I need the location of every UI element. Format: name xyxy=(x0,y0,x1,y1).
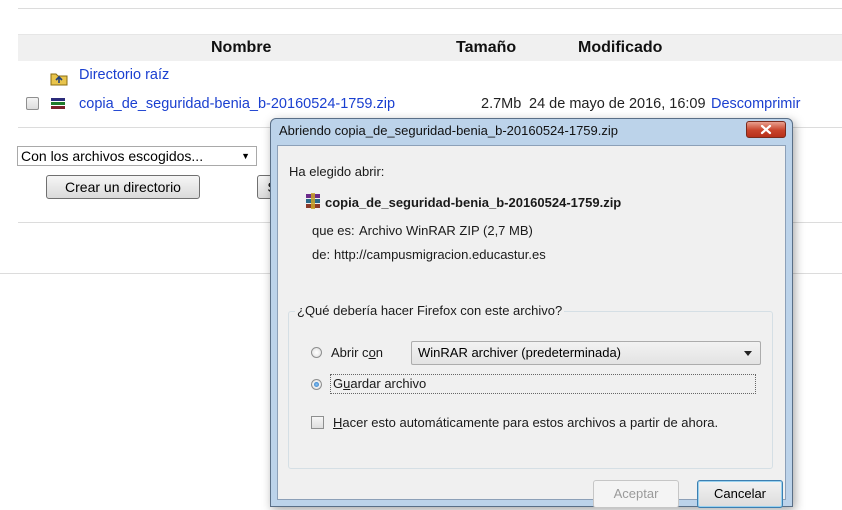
dropdown-arrow-icon xyxy=(744,351,752,356)
unzip-link[interactable]: Descomprimir xyxy=(711,96,800,112)
root-directory-link[interactable]: Directorio raíz xyxy=(79,67,169,83)
source-label: de: xyxy=(312,247,331,262)
dialog-filename: copia_de_seguridad-benia_b-20160524-1759… xyxy=(325,195,622,210)
cancel-button[interactable]: Cancelar xyxy=(697,480,783,508)
file-checkbox[interactable] xyxy=(26,97,39,110)
winrar-icon xyxy=(51,98,65,109)
save-file-radio[interactable] xyxy=(311,379,322,390)
column-name-header[interactable]: Nombre xyxy=(211,39,271,57)
bulk-action-select[interactable]: Con los archivos escogidos... ▼ xyxy=(17,146,257,166)
file-name-link[interactable]: copia_de_seguridad-benia_b-20160524-1759… xyxy=(79,96,395,112)
file-modified: 24 de mayo de 2016, 16:09 xyxy=(529,96,706,112)
auto-action-checkbox[interactable] xyxy=(311,416,324,429)
dialog-body: Ha elegido abrir: copia_de_seguridad-ben… xyxy=(277,145,786,508)
column-modified-header[interactable]: Modificado xyxy=(578,39,662,57)
file-size: 2.7Mb xyxy=(481,96,522,112)
bulk-action-label: Con los archivos escogidos... xyxy=(21,148,204,164)
close-button[interactable] xyxy=(746,121,786,138)
file-type-value: Archivo WinRAR ZIP (2,7 MB) xyxy=(359,223,533,238)
chose-open-label: Ha elegido abrir: xyxy=(289,164,385,179)
dropdown-arrow-icon: ▼ xyxy=(241,151,250,161)
file-table-header: Nombre Tamaño Modificado xyxy=(18,34,842,61)
file-type-label: que es: xyxy=(312,223,355,238)
source-url: http://campusmigracion.educastur.es xyxy=(334,247,546,262)
application-select[interactable]: WinRAR archiver (predeterminada) xyxy=(411,341,761,365)
create-directory-button[interactable]: Crear un directorio xyxy=(46,175,200,199)
action-question: ¿Qué debería hacer Firefox con este arch… xyxy=(295,303,565,318)
column-size-header[interactable]: Tamaño xyxy=(456,39,516,57)
open-with-radio[interactable] xyxy=(311,347,322,358)
close-icon xyxy=(760,124,772,135)
accept-button[interactable]: Aceptar xyxy=(593,480,679,508)
download-dialog: Abriendo copia_de_seguridad-benia_b-2016… xyxy=(270,118,793,508)
auto-action-label[interactable]: Hacer esto automáticamente para estos ar… xyxy=(333,415,718,430)
open-with-label[interactable]: Abrir con xyxy=(331,345,383,360)
save-file-label[interactable]: Guardar archivo xyxy=(333,376,426,391)
top-divider xyxy=(18,8,842,9)
application-select-value: WinRAR archiver (predeterminada) xyxy=(418,345,622,360)
action-groupbox: ¿Qué debería hacer Firefox con este arch… xyxy=(288,303,773,469)
folder-up-icon xyxy=(50,73,68,86)
dialog-title: Abriendo copia_de_seguridad-benia_b-2016… xyxy=(279,123,618,138)
winrar-icon xyxy=(306,193,320,209)
